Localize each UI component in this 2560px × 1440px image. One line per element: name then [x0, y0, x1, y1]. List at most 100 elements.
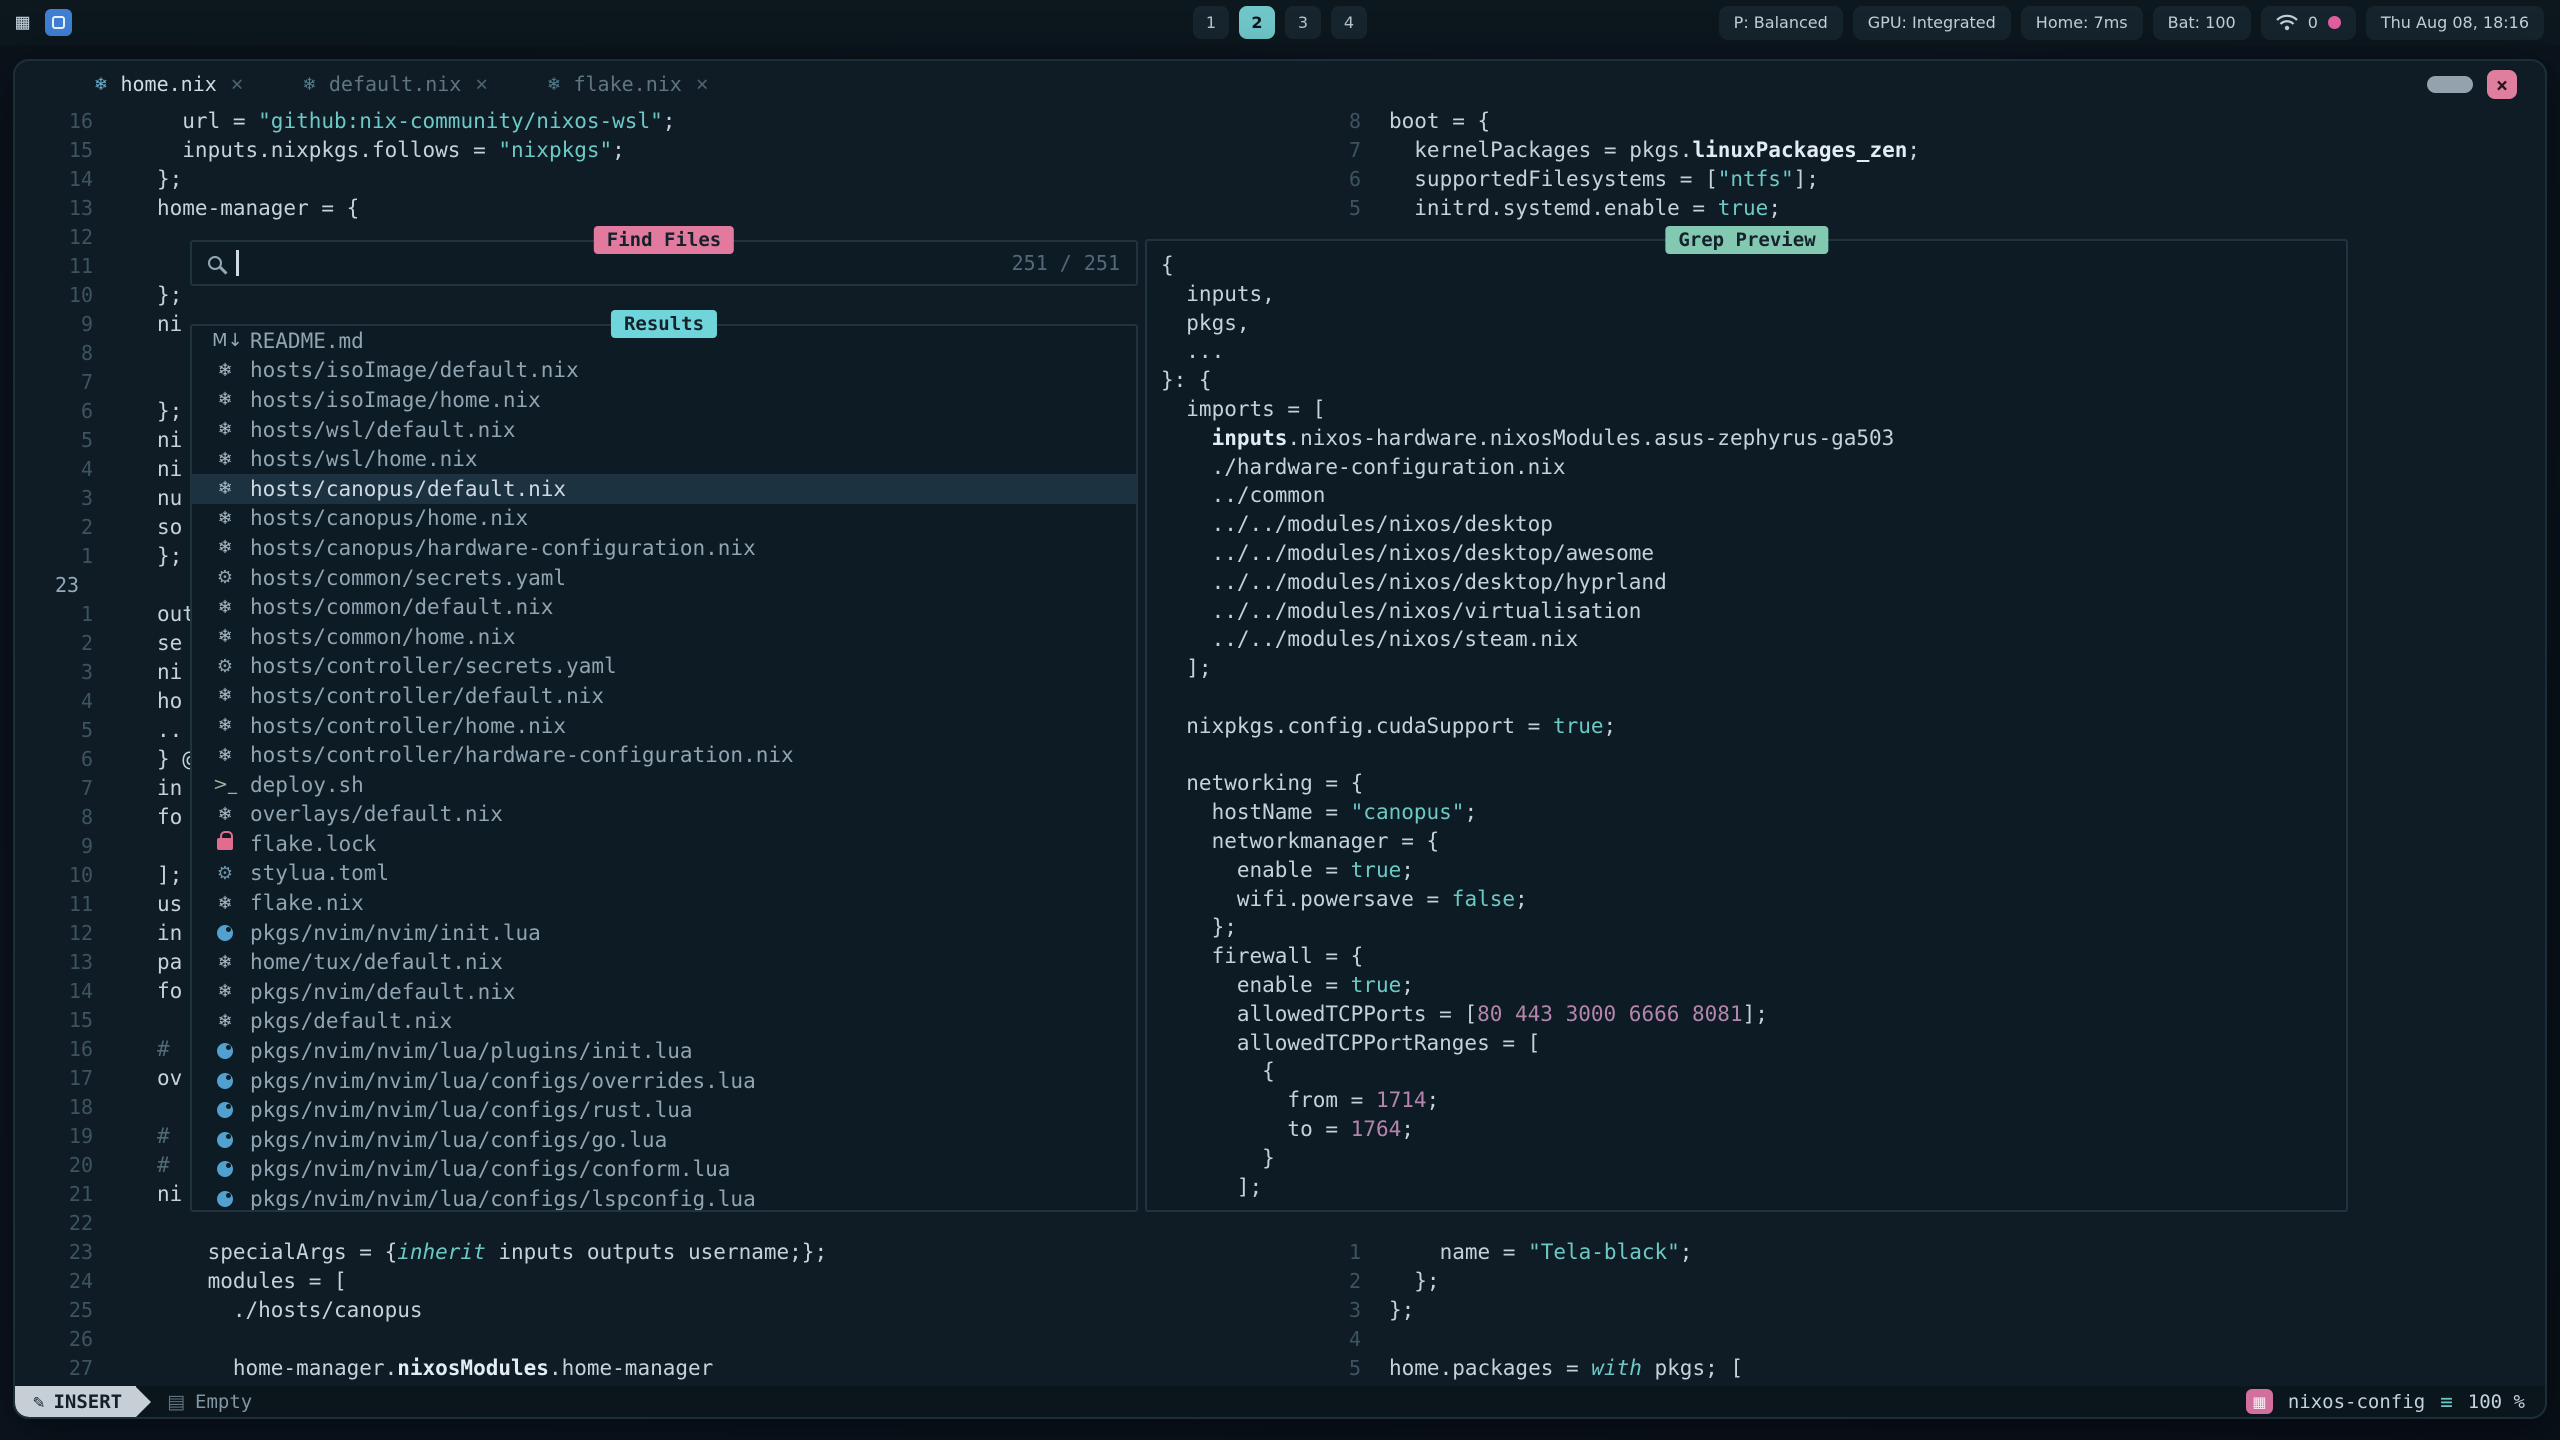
nix-icon: ❄ [212, 626, 238, 647]
result-item[interactable]: ❄hosts/canopus/home.nix [192, 504, 1136, 534]
result-item[interactable]: ⚙hosts/controller/secrets.yaml [192, 652, 1136, 682]
result-item[interactable]: pkgs/nvim/nvim/lua/configs/overrides.lua [192, 1066, 1136, 1096]
result-item[interactable]: ❄hosts/controller/home.nix [192, 711, 1136, 741]
preview-line: wifi.powersave = false; [1161, 885, 2346, 914]
result-item[interactable]: pkgs/nvim/nvim/init.lua [192, 918, 1136, 948]
result-item[interactable]: pkgs/nvim/nvim/lua/configs/go.lua [192, 1125, 1136, 1155]
line-number: 7 [1333, 136, 1361, 165]
code-line[interactable]: 3}; [1333, 1296, 2547, 1325]
code-line[interactable]: 22 [15, 1209, 1333, 1238]
window-close-button[interactable]: × [2487, 70, 2517, 99]
markdown-icon: M↓ [212, 330, 238, 351]
result-item[interactable]: pkgs/nvim/nvim/lua/plugins/init.lua [192, 1036, 1136, 1066]
result-item[interactable]: pkgs/nvim/nvim/lua/configs/rust.lua [192, 1095, 1136, 1125]
code-line[interactable]: 14}; [15, 165, 1333, 194]
tab-close-icon[interactable]: × [696, 72, 709, 96]
code-line[interactable]: 15 inputs.nixpkgs.follows = "nixpkgs"; [15, 136, 1333, 165]
preview-line: pkgs, [1161, 309, 2346, 338]
git-icon: ▦ [2246, 1389, 2273, 1414]
app-launcher-icon[interactable]: ▦ [16, 12, 29, 34]
code-line[interactable]: 13home-manager = { [15, 194, 1333, 223]
result-item[interactable]: ❄hosts/wsl/home.nix [192, 444, 1136, 474]
code-line[interactable]: 24 modules = [ [15, 1267, 1333, 1296]
mode-indicator: ✎ INSERT [15, 1386, 136, 1417]
code-text: so [93, 513, 182, 542]
code-text: # [93, 1151, 170, 1180]
result-item[interactable]: ⚙hosts/common/secrets.yaml [192, 563, 1136, 593]
code-line[interactable]: 8boot = { [1333, 107, 2547, 136]
result-item[interactable]: ❄home/tux/default.nix [192, 947, 1136, 977]
code-text [93, 571, 157, 600]
code-text: home.packages = with pkgs; [ [1361, 1354, 1743, 1383]
code-line[interactable]: 25 ./hosts/canopus [15, 1296, 1333, 1325]
result-count: 251 / 251 [1012, 251, 1120, 275]
result-item[interactable]: ❄hosts/common/default.nix [192, 592, 1136, 622]
result-item[interactable]: ❄overlays/default.nix [192, 800, 1136, 830]
preview-line: }; [1161, 913, 2346, 942]
result-item[interactable]: ❄hosts/controller/hardware-configuration… [192, 740, 1136, 770]
preview-line: ]; [1161, 654, 2346, 683]
result-item[interactable]: ❄hosts/common/home.nix [192, 622, 1136, 652]
result-item[interactable]: ❄hosts/canopus/default.nix [192, 474, 1136, 504]
code-text: }; [1361, 1267, 1440, 1296]
result-item[interactable]: ❄hosts/wsl/default.nix [192, 415, 1136, 445]
code-line[interactable]: 4 [1333, 1325, 2547, 1354]
result-item[interactable]: ❄pkgs/nvim/default.nix [192, 977, 1136, 1007]
code-text: fo [93, 803, 182, 832]
window-toggle-icon[interactable] [2427, 76, 2473, 93]
preview-line: { [1161, 1057, 2346, 1086]
result-item[interactable]: ⚙stylua.toml [192, 859, 1136, 889]
result-item[interactable]: >_deploy.sh [192, 770, 1136, 800]
workspace-button-2[interactable]: 2 [1239, 6, 1275, 39]
result-item[interactable]: flake.lock [192, 829, 1136, 859]
nix-icon: ❄ [212, 981, 238, 1002]
workspace-button-1[interactable]: 1 [1193, 6, 1229, 39]
code-line[interactable]: 27 home-manager.nixosModules.home-manage… [15, 1354, 1333, 1383]
tab-home.nix[interactable]: ❄home.nix× [95, 72, 243, 96]
code-line[interactable]: 6 supportedFilesystems = ["ntfs"]; [1333, 165, 2547, 194]
result-item[interactable]: ❄flake.nix [192, 888, 1136, 918]
code-line[interactable]: 26 [15, 1325, 1333, 1354]
tab-default.nix[interactable]: ❄default.nix× [303, 72, 488, 96]
code-text: }; [93, 542, 182, 571]
line-number: 2 [15, 513, 93, 542]
result-item[interactable]: ❄hosts/controller/default.nix [192, 681, 1136, 711]
code-line[interactable]: 23 specialArgs = {inherit inputs outputs… [15, 1238, 1333, 1267]
result-item[interactable]: ❄hosts/canopus/hardware-configuration.ni… [192, 533, 1136, 563]
result-item[interactable]: ❄pkgs/default.nix [192, 1007, 1136, 1037]
line-number: 7 [15, 368, 93, 397]
workspace-switcher: 1234 [1193, 6, 1367, 39]
code-line[interactable]: 5home.packages = with pkgs; [ [1333, 1354, 2547, 1383]
status-module: Home: 7ms [2021, 6, 2143, 40]
result-item[interactable]: pkgs/nvim/nvim/lua/configs/lspconfig.lua [192, 1184, 1136, 1212]
code-line[interactable]: 16 url = "github:nix-community/nixos-wsl… [15, 107, 1333, 136]
preview-line: allowedTCPPortRanges = [ [1161, 1029, 2346, 1058]
tray-module: 0 [2261, 6, 2356, 40]
tab-close-icon[interactable]: × [231, 72, 244, 96]
workspace-button-4[interactable]: 4 [1331, 6, 1367, 39]
nix-icon: ❄ [212, 745, 238, 766]
result-filename: home/tux/default.nix [250, 950, 503, 974]
tab-flake.nix[interactable]: ❄flake.nix× [548, 72, 708, 96]
status-module: GPU: Integrated [1853, 6, 2011, 40]
clock-text: Thu Aug 08, 18:16 [2381, 13, 2529, 32]
code-line[interactable]: 7 kernelPackages = pkgs.linuxPackages_ze… [1333, 136, 2547, 165]
code-line[interactable]: 5 initrd.systemd.enable = true; [1333, 194, 2547, 223]
statusline-right: ▦ nixos-config ≡ 100 % [2246, 1389, 2545, 1414]
line-number: 8 [15, 803, 93, 832]
code-line[interactable]: 2 }; [1333, 1267, 2547, 1296]
line-number: 2 [1333, 1267, 1361, 1296]
buffer-icon: ▤ [167, 1391, 185, 1413]
result-item[interactable]: pkgs/nvim/nvim/lua/configs/conform.lua [192, 1155, 1136, 1185]
tab-close-icon[interactable]: × [475, 72, 488, 96]
code-line[interactable]: 1 name = "Tela-black"; [1333, 1238, 2547, 1267]
notification-count: 0 [2308, 13, 2318, 32]
result-item[interactable]: ❄hosts/isoImage/home.nix [192, 385, 1136, 415]
nix-icon: ❄ [212, 478, 238, 499]
workspace-button-3[interactable]: 3 [1285, 6, 1321, 39]
logo-icon[interactable] [45, 9, 72, 36]
result-item[interactable]: ❄hosts/isoImage/default.nix [192, 356, 1136, 386]
right-pane-bottom: 1 name = "Tela-black";2 };3};45home.pack… [1333, 1238, 2547, 1383]
nix-icon: ❄ [212, 893, 238, 914]
preview-line: ./hardware-configuration.nix [1161, 453, 2346, 482]
